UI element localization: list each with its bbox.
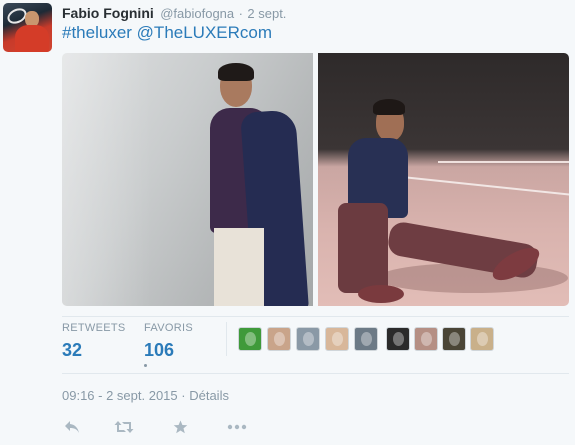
retweets-label: RETWEETS — [62, 322, 126, 334]
tweet-header: Fabio Fognini @fabiofogna · 2 sept. — [62, 5, 286, 23]
author-fullname[interactable]: Fabio Fognini — [62, 5, 154, 21]
photo1-trousers — [214, 228, 264, 306]
header-separator: · — [238, 6, 243, 21]
mention-link[interactable]: @TheLUXERcom — [137, 23, 272, 42]
favoriter-avatar-face — [332, 332, 343, 346]
favoriter-avatar-face — [303, 332, 314, 346]
stats-vertical-divider — [226, 322, 227, 356]
favoriter-avatar[interactable] — [267, 327, 291, 351]
favoriter-avatar-face — [245, 332, 256, 346]
stats-bottom-divider — [62, 373, 569, 374]
tweet-timestamp: 09:16 - 2 sept. 2015 · Détails — [62, 388, 229, 403]
more-button[interactable] — [226, 417, 248, 437]
details-link[interactable]: Détails — [189, 388, 229, 403]
photo2-court-line-2 — [438, 161, 569, 163]
tweet: Fabio Fognini @fabiofogna · 2 sept. #the… — [0, 0, 575, 445]
favoriter-avatar[interactable] — [354, 327, 378, 351]
favoriter-avatar[interactable] — [470, 327, 494, 351]
favorites-stat[interactable]: FAVORIS 106 — [144, 322, 193, 361]
reply-button[interactable] — [62, 417, 82, 437]
photo2-shoe-1 — [358, 285, 404, 303]
timestamp-separator: · — [177, 388, 190, 403]
favoriter-avatar-face — [393, 332, 404, 346]
favoriter-avatar-face — [449, 332, 460, 346]
favorites-count: 106 — [144, 340, 175, 360]
favorite-button[interactable] — [170, 417, 190, 437]
tweet-photo-1[interactable] — [62, 53, 313, 306]
tweet-text: #theluxer @TheLUXERcom — [62, 23, 272, 43]
photo-wall-shadow — [62, 53, 152, 306]
timestamp-time[interactable]: 09:16 - 2 sept. 2015 — [62, 388, 178, 403]
photo2-leg-1 — [338, 203, 388, 293]
photo2-court-line — [398, 175, 569, 197]
author-username[interactable]: @fabiofogna — [160, 6, 234, 21]
favoriter-avatar[interactable] — [414, 327, 438, 351]
favoriter-avatar[interactable] — [238, 327, 262, 351]
reply-icon — [65, 421, 79, 433]
tweet-date[interactable]: 2 sept. — [247, 6, 286, 21]
favoriter-avatar-face — [274, 332, 285, 346]
favoriter-avatar-face — [477, 332, 488, 346]
photo1-hair — [218, 63, 254, 81]
favorites-label: FAVORIS — [144, 322, 193, 334]
photo2-hair — [373, 99, 405, 115]
avatar-shirt-shape — [15, 25, 49, 52]
hashtag-link[interactable]: #theluxer — [62, 23, 132, 42]
retweets-stat[interactable]: RETWEETS 32 — [62, 322, 126, 361]
favoriter-avatar-face — [361, 332, 372, 346]
author-avatar[interactable] — [3, 3, 52, 52]
favoriter-avatar-face — [421, 332, 432, 346]
favoriter-avatar[interactable] — [386, 327, 410, 351]
favoriter-avatar[interactable] — [296, 327, 320, 351]
favoriter-avatar[interactable] — [442, 327, 466, 351]
favoriter-avatar[interactable] — [325, 327, 349, 351]
retweet-icon — [114, 421, 134, 433]
stats-top-divider — [62, 316, 569, 317]
stats-dot — [144, 364, 147, 367]
tweet-photo-2[interactable] — [318, 53, 569, 306]
retweet-button[interactable] — [112, 417, 136, 437]
star-icon — [173, 420, 187, 434]
retweets-count: 32 — [62, 340, 83, 360]
more-icon — [227, 424, 247, 430]
